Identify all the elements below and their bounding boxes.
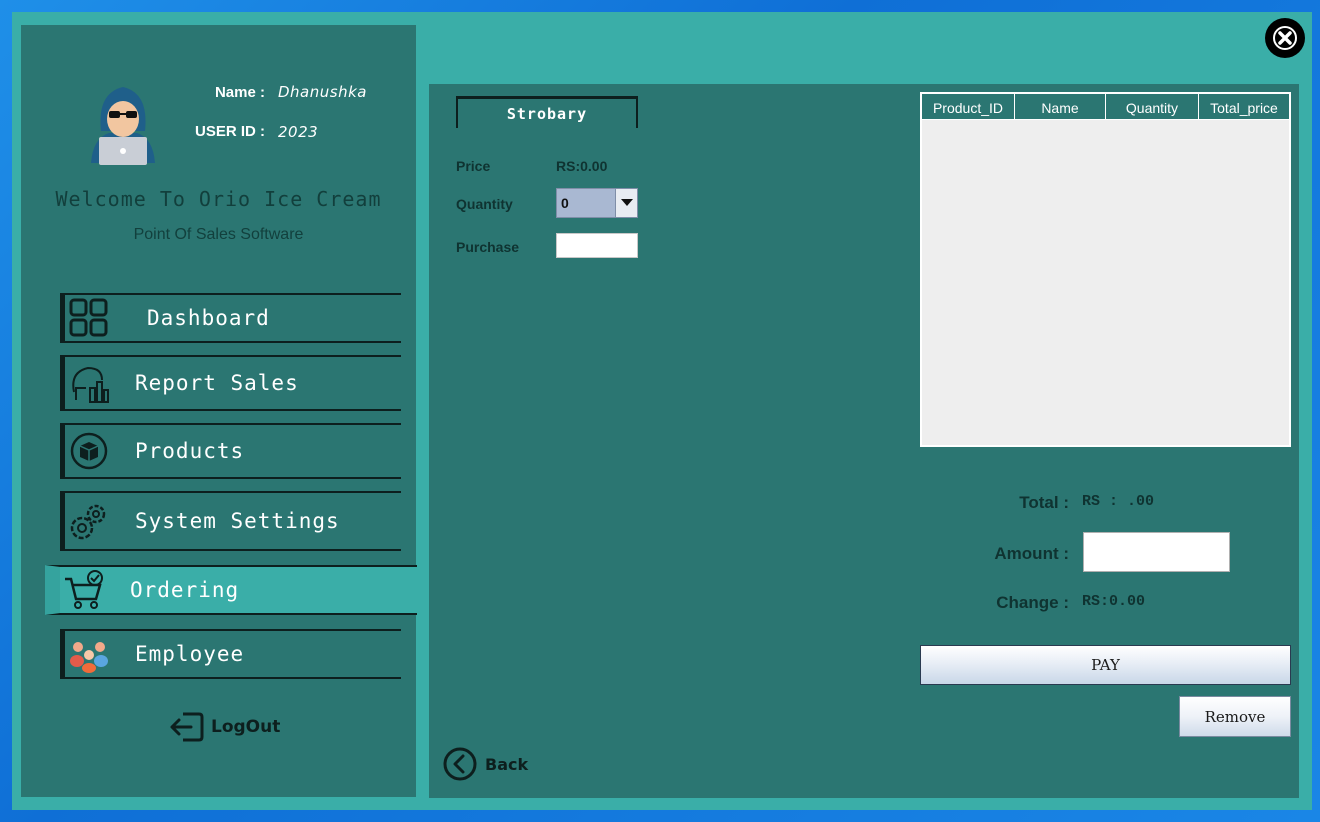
change-label: Change : <box>996 593 1069 612</box>
quantity-label: Quantity <box>456 196 513 212</box>
people-icon <box>67 632 111 676</box>
nav-system-settings[interactable]: System Settings <box>60 491 401 551</box>
change-value: RS:0.00 <box>1082 593 1146 610</box>
report-icon <box>67 361 111 405</box>
sidebar: Name : Dhanushka USER ID : 2023 Welcome … <box>21 25 417 797</box>
app-subtitle: Point Of Sales Software <box>133 226 304 243</box>
purchase-input[interactable] <box>556 233 638 258</box>
name-value: Dhanushka <box>278 83 367 101</box>
cart-icon <box>62 568 106 612</box>
userid-label: USER ID : <box>194 123 265 140</box>
order-table[interactable]: Product_ID Name Quantity Total_price <box>920 92 1291 447</box>
back-label: Back <box>485 754 529 774</box>
dashboard-icon <box>67 296 111 340</box>
column-header[interactable]: Product_ID <box>922 94 1015 119</box>
total-label: Total : <box>1019 493 1069 512</box>
nav-products[interactable]: Products <box>60 423 401 479</box>
pay-button[interactable]: PAY <box>920 645 1291 685</box>
logout-button[interactable]: LogOut <box>169 711 280 743</box>
price-label: Price <box>456 158 491 174</box>
quantity-select[interactable]: 0 <box>556 188 638 218</box>
nav-employee[interactable]: Employee <box>60 629 401 679</box>
nav-label-products: Products <box>135 439 245 463</box>
nav-label-employee: Employee <box>135 642 245 666</box>
column-header[interactable]: Quantity <box>1106 94 1199 119</box>
chevron-left-icon <box>443 747 477 781</box>
column-header[interactable]: Total_price <box>1199 94 1289 119</box>
name-label: Name : <box>214 84 265 101</box>
welcome-title: Welcome To Orio Ice Cream <box>55 187 382 211</box>
nav-report-sales[interactable]: Report Sales <box>60 355 401 411</box>
nav-dashboard[interactable]: Dashboard <box>60 293 401 343</box>
nav-ordering[interactable]: Ordering <box>45 565 417 615</box>
table-header: Product_ID Name Quantity Total_price <box>922 94 1289 120</box>
nav-label-dashboard: Dashboard <box>147 306 270 330</box>
chevron-down-icon[interactable] <box>615 189 637 217</box>
back-button[interactable]: Back <box>443 747 528 781</box>
product-tab[interactable]: Strobary <box>456 96 638 128</box>
price-value: RS:0.00 <box>556 158 608 174</box>
column-header[interactable]: Name <box>1015 94 1106 119</box>
logout-icon <box>170 712 204 742</box>
purchase-label: Purchase <box>456 239 520 255</box>
remove-button[interactable]: Remove <box>1179 696 1291 737</box>
logout-label: LogOut <box>211 717 281 737</box>
userid-value: 2023 <box>278 123 319 141</box>
order-panel: Strobary Price RS:0.00 Quantity 0 Purcha… <box>429 84 1299 798</box>
nav-label-report-sales: Report Sales <box>135 371 299 395</box>
gear-icon <box>67 499 111 543</box>
quantity-value: 0 <box>561 195 569 211</box>
nav-label-system-settings: System Settings <box>135 509 340 533</box>
amount-input[interactable] <box>1083 532 1230 572</box>
nav-label-ordering: Ordering <box>130 578 240 602</box>
box-icon <box>67 429 111 473</box>
close-button[interactable] <box>1265 18 1305 58</box>
amount-label: Amount : <box>994 544 1069 563</box>
total-value: RS : .00 <box>1082 493 1155 510</box>
close-icon <box>1273 26 1297 50</box>
